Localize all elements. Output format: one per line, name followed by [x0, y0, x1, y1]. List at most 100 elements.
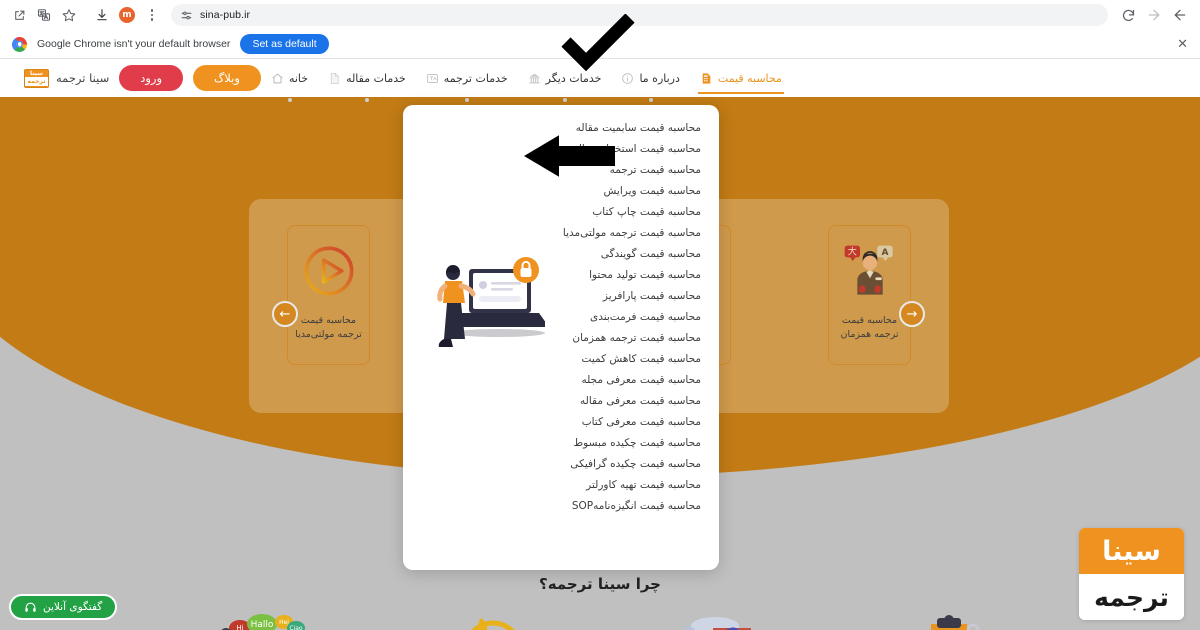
card-caption: محاسبه قیمت ترجمه مولتی‌مدیا	[291, 314, 366, 343]
download-icon	[97, 9, 107, 21]
page-viewport: خانه خدمات مقاله خدمات ترجمه خدمات دیگر	[0, 59, 1200, 630]
blog-button[interactable]: وبلاگ	[193, 65, 261, 91]
dropdown-item[interactable]: محاسبه قیمت چکیده مبسوط	[403, 432, 719, 453]
nav-label: خدمات ترجمه	[443, 71, 508, 85]
nav-dot	[562, 98, 567, 102]
dropdown-item[interactable]: محاسبه قیمت استخراج مقاله	[403, 138, 719, 159]
browser-toolbar: sina-pub.ir m	[0, 0, 1200, 30]
dropdown-item[interactable]: محاسبه قیمت چکیده گرافیکی	[403, 453, 719, 474]
nav-dot	[464, 98, 469, 102]
star-icon	[62, 9, 76, 22]
laptop-lock-illustration	[425, 253, 549, 358]
card-subtitle: ترجمه همزمان	[840, 329, 899, 341]
nav-label: خانه	[288, 71, 309, 85]
share-button[interactable]	[8, 4, 30, 26]
home-icon	[272, 73, 283, 83]
download-button[interactable]	[91, 4, 113, 26]
address-bar[interactable]: sina-pub.ir	[171, 4, 1108, 26]
card-title: محاسبه قیمت	[841, 315, 898, 326]
chrome-menu-button[interactable]	[141, 4, 163, 26]
share-icon	[14, 10, 24, 20]
dropdown-item[interactable]: محاسبه قیمت تهیه کاورلتر	[403, 474, 719, 495]
card-caption: محاسبه قیمت ترجمه همزمان	[836, 314, 902, 343]
dropdown-item[interactable]: محاسبه قیمت ترجمه	[403, 159, 719, 180]
feature-quality: ISO	[890, 614, 1000, 630]
nav-label: درباره ما	[639, 71, 680, 85]
card-title: محاسبه قیمت	[300, 315, 357, 326]
nav-label: خدمات مقاله	[346, 71, 406, 85]
dropdown-item[interactable]: محاسبه قیمت معرفی مجله	[403, 369, 719, 390]
nav-item-about-us[interactable]: درباره ما	[611, 59, 689, 102]
tune-icon[interactable]	[180, 9, 193, 22]
forward-arrow-icon	[1148, 9, 1160, 21]
translate-icon	[37, 9, 51, 21]
translate-button[interactable]	[33, 4, 55, 26]
dropdown-item[interactable]: محاسبه قیمت سابمیت مقاله	[403, 117, 719, 138]
kebab-menu-icon	[150, 9, 154, 21]
dropdown-item[interactable]: محاسبه قیمت چاپ کتاب	[403, 201, 719, 222]
forward-button[interactable]	[1142, 3, 1166, 27]
calculator-doc-icon	[702, 72, 711, 84]
dropdown-item[interactable]: محاسبه قیمت انگیزه‌نامهSOP	[403, 495, 719, 516]
profile-button[interactable]: m	[116, 4, 138, 26]
infobar-close-icon[interactable]: ✕	[1177, 38, 1188, 51]
info-icon	[622, 72, 634, 84]
carousel-prev-button[interactable]: ←	[272, 301, 298, 327]
carousel-card-multimedia[interactable]: محاسبه قیمت ترجمه مولتی‌مدیا	[287, 225, 371, 365]
document-icon	[330, 72, 339, 84]
dropdown-item[interactable]: محاسبه قیمت معرفی مقاله	[403, 390, 719, 411]
multi-language-illustration: Hi Hallo Hej Ciao Ni hao 你好 Salut ello M…	[221, 614, 305, 630]
watermark-top: سینا	[1079, 528, 1184, 574]
card-subtitle: ترجمه مولتی‌مدیا	[295, 329, 362, 341]
reload-button[interactable]	[1116, 3, 1140, 27]
url-text: sina-pub.ir	[200, 9, 251, 21]
dropdown-item[interactable]: محاسبه قیمت معرفی کتاب	[403, 411, 719, 432]
infobar-message: Google Chrome isn't your default browser	[37, 38, 231, 50]
svg-text:大: 大	[847, 246, 856, 258]
quality-certificate-illustration: ISO	[931, 615, 980, 630]
on-time-delivery-illustration	[471, 618, 515, 630]
interpreter-icon: 大 A	[839, 240, 901, 302]
toolbar-icons: m	[8, 4, 163, 26]
nav-dot	[287, 98, 292, 102]
svg-text:Ciao: Ciao	[289, 625, 303, 630]
default-browser-infobar: Google Chrome isn't your default browser…	[0, 30, 1200, 59]
site-header: خانه خدمات مقاله خدمات ترجمه خدمات دیگر	[0, 59, 1200, 102]
dropdown-item[interactable]: محاسبه قیمت ترجمه مولتی‌مدیا	[403, 222, 719, 243]
reload-icon	[1122, 9, 1134, 21]
feature-delivery	[430, 614, 540, 630]
carousel-card-interpretation[interactable]: 大 A محاسبه قیمت ترجمه همزمان	[828, 225, 911, 365]
nav-item-other-services[interactable]: خدمات دیگر	[518, 59, 612, 102]
nav-item-home[interactable]: خانه	[261, 59, 318, 102]
dropdown-item[interactable]: محاسبه قیمت ویرایش	[403, 180, 719, 201]
sina-tarjome-watermark: سینا ترجمه	[1079, 528, 1184, 620]
chrome-logo-icon	[12, 36, 27, 52]
brand-logo-icon: سینا ترجمه	[24, 68, 49, 88]
set-as-default-button[interactable]: Set as default	[240, 34, 329, 54]
bookmark-button[interactable]	[58, 4, 80, 26]
login-button[interactable]: ورود	[119, 65, 184, 91]
brand-name: سینا ترجمه	[56, 71, 110, 85]
translate-card-icon	[426, 73, 438, 83]
chat-label: گفتگوی آنلاین	[43, 601, 103, 613]
svg-text:A: A	[881, 248, 888, 258]
nav-dot	[648, 98, 653, 102]
nav-item-translation-services[interactable]: خدمات ترجمه	[416, 59, 518, 102]
document-review-illustration	[683, 617, 751, 630]
online-chat-widget[interactable]: گفتگوی آنلاین	[9, 594, 118, 620]
watermark-bottom: ترجمه	[1079, 574, 1184, 620]
back-button[interactable]	[1168, 3, 1192, 27]
nav-label: خدمات دیگر	[545, 71, 602, 85]
headset-icon	[25, 602, 36, 612]
svg-text:Hi: Hi	[236, 624, 243, 630]
carousel-next-button[interactable]: →	[899, 301, 925, 327]
site-brand[interactable]: سینا ترجمه سینا ترجمه	[24, 68, 110, 88]
nav-item-price-calculation[interactable]: محاسبه قیمت	[690, 59, 792, 97]
bank-icon	[529, 73, 540, 83]
svg-text:Hej: Hej	[279, 619, 289, 626]
nav-item-article-services[interactable]: خدمات مقاله	[318, 59, 416, 102]
feature-illustrations: ISO	[0, 614, 1200, 630]
avatar: m	[119, 7, 135, 23]
play-circle-icon	[298, 240, 360, 302]
brand-logo-bottom: ترجمه	[25, 76, 48, 86]
